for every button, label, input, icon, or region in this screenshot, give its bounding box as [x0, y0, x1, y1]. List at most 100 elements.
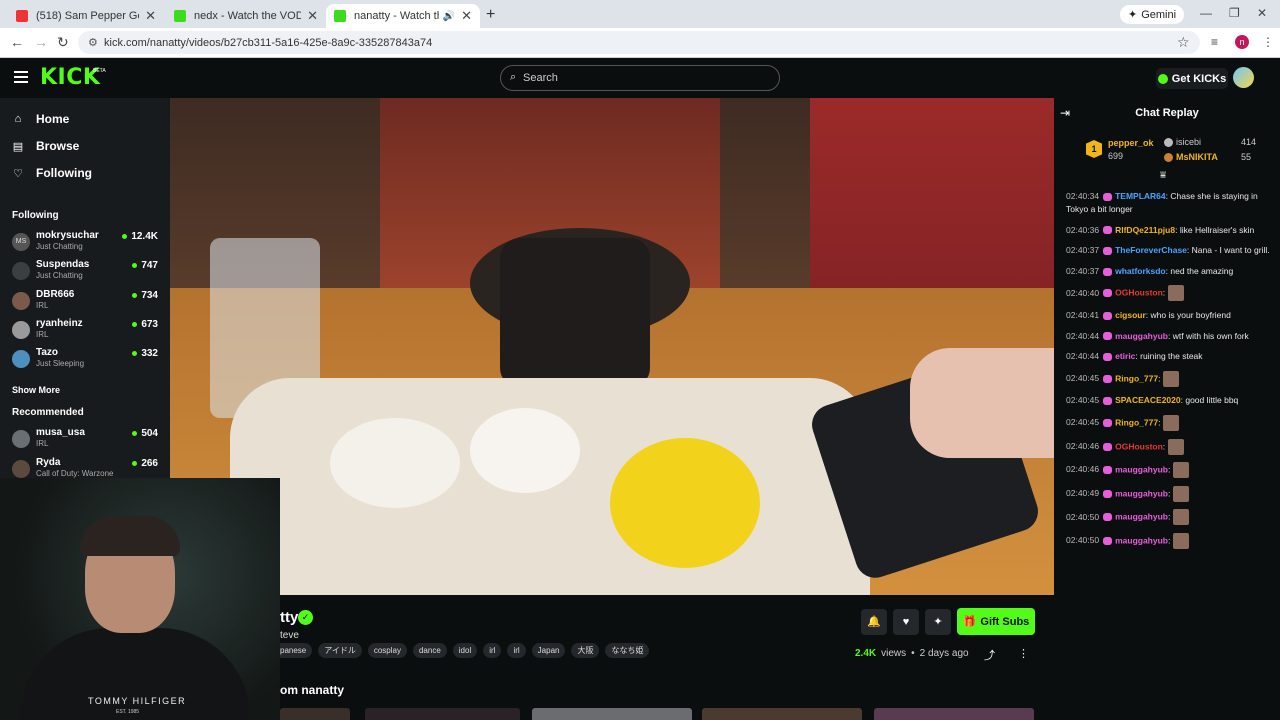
tag[interactable]: 大阪 — [571, 643, 600, 658]
chat-username[interactable]: mauggahyub — [1115, 464, 1168, 474]
chat-username[interactable]: Ringo_777 — [1115, 373, 1158, 383]
clip-sparkle-button[interactable]: ✦ — [925, 609, 951, 635]
tag[interactable]: cosplay — [367, 643, 407, 658]
browser-tab-youtube[interactable]: (518) Sam Pepper Gets Called O ✕ — [8, 4, 164, 28]
tag[interactable]: Japan — [531, 643, 566, 658]
chat-username[interactable]: etiric — [1115, 351, 1135, 361]
sidebar-item-home[interactable]: ⌂ Home — [12, 112, 70, 126]
site-header: KICK BETA ⌕ Search Get KICKs — [0, 58, 1280, 98]
back-icon[interactable]: ← — [10, 34, 24, 50]
chat-username[interactable]: whatforksdo — [1115, 266, 1166, 276]
channel-category: IRL — [36, 301, 49, 310]
tag[interactable]: アイドル — [318, 643, 362, 658]
minimize-icon[interactable]: — — [1200, 6, 1212, 20]
show-more-link[interactable]: Show More — [12, 385, 60, 395]
maximize-icon[interactable]: ❐ — [1229, 6, 1240, 20]
chat-timestamp: 02:40:44 — [1066, 351, 1100, 362]
get-kicks-button[interactable]: Get KICKs — [1156, 68, 1228, 89]
search-input[interactable]: ⌕ Search — [500, 65, 780, 91]
chat-username[interactable]: TheForeverChase — [1115, 245, 1187, 255]
close-tab-icon[interactable]: ✕ — [307, 8, 318, 24]
chat-username[interactable]: OGHouston — [1115, 441, 1163, 451]
chat-message: 02:40:40 OGHouston: — [1066, 285, 1274, 302]
search-icon: ⌕ — [510, 71, 517, 83]
chat-timestamp: 02:40:37 — [1066, 245, 1100, 256]
sidebar-item-browse[interactable]: ▤ Browse — [12, 139, 80, 153]
tag[interactable]: panese — [280, 643, 313, 658]
chat-message: 02:40:44 etiric: ruining the steak — [1066, 350, 1274, 363]
channel-item-musa-usa[interactable]: musa_usa IRL 504 — [12, 426, 162, 452]
tab-title: nanatty - Watch the VOD o — [354, 10, 439, 22]
leaderboard-name[interactable]: MsNIKITA — [1176, 152, 1218, 162]
user-avatar[interactable] — [1233, 67, 1254, 88]
rank-badge-icon: 1 — [1086, 140, 1102, 158]
viewer-count: 12.4K — [122, 231, 158, 242]
tag[interactable]: irl — [483, 643, 502, 658]
sidebar-item-following[interactable]: ♡ Following — [12, 166, 92, 180]
new-tab-button[interactable]: + — [486, 6, 495, 24]
silver-badge-icon — [1164, 138, 1173, 147]
close-tab-icon[interactable]: ✕ — [145, 8, 156, 24]
chat-username[interactable]: Ringo_777 — [1115, 417, 1158, 427]
chat-filter-icon[interactable]: ⩸ — [1160, 170, 1166, 181]
tag[interactable]: ななち姫 — [605, 643, 650, 658]
close-tab-icon[interactable]: ✕ — [461, 8, 472, 24]
tag[interactable]: dance — [412, 643, 447, 658]
views-label: views — [881, 648, 907, 659]
chat-emote-icon — [1172, 509, 1189, 526]
chat-username[interactable]: SPACEACE2020 — [1115, 395, 1181, 405]
channel-item-suspendas[interactable]: Suspendas Just Chatting 747 — [12, 258, 162, 284]
kick-logo[interactable]: KICK — [40, 65, 100, 90]
kick-favicon-icon — [174, 10, 186, 22]
video-thumbnail[interactable] — [532, 708, 692, 720]
url-field[interactable]: ⚙ kick.com/nanatty/videos/b27cb311-5a16-… — [78, 31, 1200, 54]
channel-item-ryanheinz[interactable]: ryanheinz IRL 673 — [12, 317, 162, 343]
hamburger-menu-icon[interactable] — [14, 71, 28, 83]
bookmark-star-icon[interactable]: ☆ — [1177, 34, 1190, 51]
leaderboard-name[interactable]: pepper_ok — [1108, 138, 1154, 148]
notification-bell-button[interactable]: 🔔 — [861, 609, 887, 635]
gift-subs-button[interactable]: 🎁 Gift Subs — [957, 608, 1035, 635]
follow-heart-button[interactable]: ♥ — [893, 609, 919, 635]
chat-username[interactable]: cigsour — [1115, 310, 1146, 320]
profile-avatar[interactable]: n — [1235, 35, 1249, 49]
video-thumbnail[interactable] — [365, 708, 520, 720]
chat-username[interactable]: mauggahyub — [1115, 331, 1168, 341]
verified-icon: ✓ — [298, 610, 313, 625]
chat-username[interactable]: mauggahyub — [1115, 512, 1168, 522]
browser-tab-nedx[interactable]: nedx - Watch the VOD on Kick ✕ — [166, 4, 326, 28]
gemini-label: Gemini — [1141, 8, 1177, 21]
view-count: 2.4K — [855, 648, 877, 659]
browser-menu-icon[interactable]: ⋮ — [1262, 35, 1274, 49]
tag[interactable]: irl — [507, 643, 526, 658]
forward-icon[interactable]: → — [34, 34, 48, 50]
browser-tab-nanatty[interactable]: nanatty - Watch the VOD o 🔊 ✕ — [326, 4, 480, 28]
reading-list-icon[interactable]: ≡ — [1211, 35, 1218, 49]
site-info-icon[interactable]: ⚙ — [88, 36, 98, 49]
gemini-sparkle-icon: ✦ — [1128, 9, 1138, 21]
chat-username[interactable]: RlfDQe211pju8 — [1115, 225, 1175, 235]
video-thumbnail[interactable] — [874, 708, 1034, 720]
leaderboard-name[interactable]: isicebi — [1176, 137, 1201, 147]
chat-username[interactable]: TEMPLAR64 — [1115, 191, 1166, 201]
chat-message: 02:40:50 mauggahyub: — [1066, 509, 1274, 526]
channel-item-tazo[interactable]: Tazo Just Sleeping 332 — [12, 346, 162, 372]
reload-icon[interactable]: ↻ — [57, 34, 69, 51]
share-icon[interactable]: ⤴ — [984, 647, 995, 663]
chat-username[interactable]: mauggahyub — [1115, 488, 1168, 498]
close-window-icon[interactable]: ✕ — [1257, 6, 1267, 20]
speaker-icon[interactable]: 🔊 — [443, 11, 455, 22]
gemini-button[interactable]: ✦ Gemini — [1120, 5, 1185, 24]
beta-badge: BETA — [93, 68, 106, 74]
chat-username[interactable]: OGHouston — [1115, 288, 1163, 298]
subscriber-badge-icon — [1103, 489, 1113, 498]
video-thumbnail[interactable] — [702, 708, 862, 720]
chat-username[interactable]: mauggahyub — [1115, 535, 1168, 545]
tag[interactable]: idol — [452, 643, 478, 658]
video-thumbnail[interactable] — [280, 708, 350, 720]
more-options-icon[interactable]: ⋮ — [1018, 647, 1029, 660]
chat-text: ned the amazing — [1170, 265, 1234, 276]
channel-item-mokrysuchar[interactable]: MS mokrysuchar Just Chatting 12.4K — [12, 229, 162, 255]
channel-item-dbr666[interactable]: DBR666 IRL 734 — [12, 288, 162, 314]
video-player[interactable] — [170, 98, 1054, 595]
